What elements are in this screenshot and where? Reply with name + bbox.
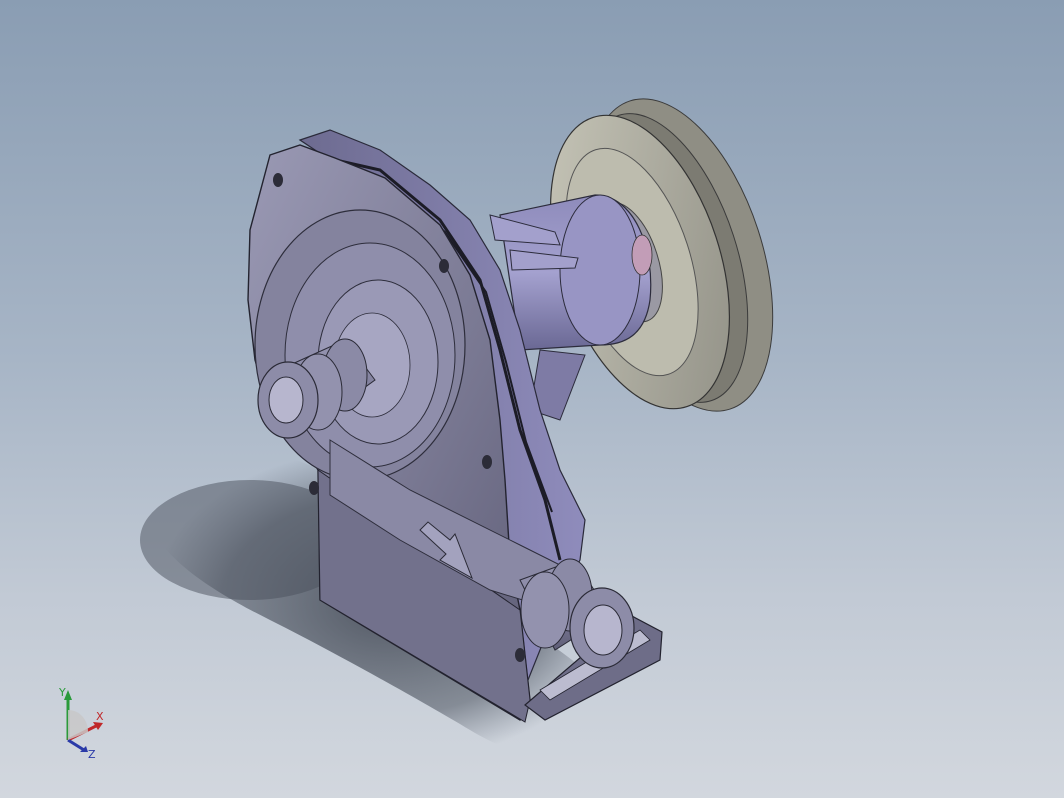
model-view[interactable]	[0, 0, 1064, 798]
triad-plane	[68, 710, 88, 740]
coordinate-triad-icon: Y X Z	[58, 686, 104, 760]
z-axis-label: Z	[88, 748, 96, 760]
y-axis-label: Y	[58, 686, 66, 699]
z-axis-line	[67, 738, 85, 752]
graphics-viewport[interactable]: Y X Z	[0, 0, 1064, 798]
x-axis-label: X	[96, 710, 104, 723]
